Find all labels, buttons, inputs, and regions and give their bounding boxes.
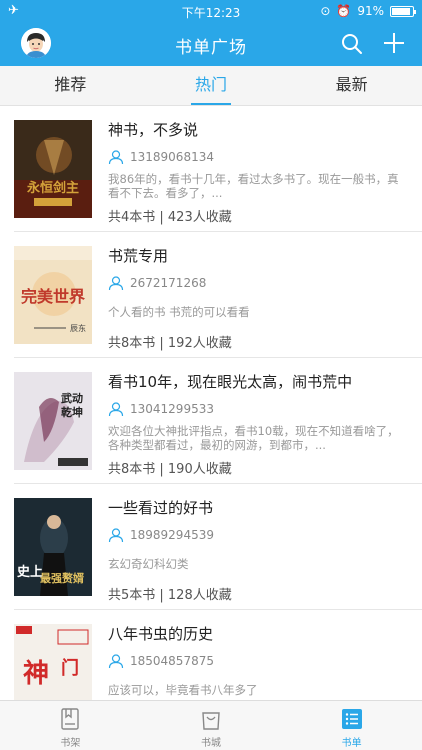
booklist-title: 一些看过的好书 [108, 499, 214, 517]
search-icon [342, 34, 362, 54]
svg-text:辰东: 辰东 [70, 323, 86, 333]
user-icon [108, 528, 124, 543]
bookshelf-icon [61, 708, 80, 730]
book-cover-image: 完美世界 辰东 [14, 246, 92, 344]
book-cover-image: 武动 乾坤 [14, 372, 92, 470]
author-id: 2672171268 [130, 276, 207, 290]
tab-latest[interactable]: 最新 [281, 66, 422, 105]
book-cover: 永恒剑主 [14, 120, 92, 218]
user-icon [108, 654, 124, 669]
booklist-description: 个人看的书 书荒的可以看看 [108, 305, 250, 319]
search-button[interactable] [340, 32, 364, 56]
svg-text:乾坤: 乾坤 [61, 405, 83, 419]
user-icon [108, 150, 124, 165]
svg-text:完美世界: 完美世界 [21, 287, 85, 306]
tabbar-booklist[interactable]: 书单 [281, 701, 422, 750]
list-item[interactable]: 史上 最强赘婿 一些看过的好书 18989294539 玄幻奇幻科幻类 共5本书… [14, 484, 422, 610]
user-icon [108, 276, 124, 291]
booklist-icon [341, 709, 362, 729]
book-cover: 史上 最强赘婿 [14, 498, 92, 596]
book-cover-image: 神 门 [14, 624, 92, 700]
booklist-info: 一些看过的好书 18989294539 玄幻奇幻科幻类 共5本书 | 128人收… [108, 498, 408, 603]
rotation-lock-icon: ⊙ [320, 4, 331, 18]
booklist-stats: 共4本书 | 423人收藏 [108, 210, 232, 225]
battery-level [392, 7, 410, 15]
author-id: 18504857875 [130, 654, 214, 668]
booklist-info: 书荒专用 2672171268 个人看的书 书荒的可以看看 共8本书 | 192… [108, 246, 408, 351]
svg-text:武动: 武动 [61, 391, 83, 405]
list-item[interactable]: 完美世界 辰东 书荒专用 2672171268 个人看的书 书荒的可以看看 共8… [14, 232, 422, 358]
bookstore-bag-icon [202, 712, 220, 730]
booklist-author: 18504857875 [108, 652, 408, 670]
bottom-tab-bar: 书架 书城 书单 [0, 700, 422, 750]
svg-text:最强赘婿: 最强赘婿 [40, 571, 85, 585]
booklist-author: 2672171268 [108, 274, 408, 292]
battery-percent: 91% [357, 4, 384, 18]
book-cover: 完美世界 辰东 [14, 246, 92, 344]
tabbar-label: 书单 [341, 738, 362, 749]
add-button[interactable] [382, 31, 406, 55]
tab-hot[interactable]: 热门 [141, 66, 282, 105]
booklist-title: 神书，不多说 [108, 121, 199, 139]
tabbar-label: 书城 [201, 738, 221, 749]
nav-bar: 书单广场 [0, 22, 422, 66]
battery-icon [390, 5, 416, 17]
status-bar: ✈ 下午12:23 ⊙ ⏰ 91% [0, 0, 422, 22]
plus-icon [384, 33, 404, 53]
alarm-icon: ⏰ [336, 4, 352, 18]
booklist-title: 八年书虫的历史 [108, 625, 214, 643]
svg-text:永恒剑主: 永恒剑主 [26, 180, 79, 196]
booklist-author: 13041299533 [108, 400, 408, 418]
tabbar-label: 书架 [60, 738, 81, 749]
svg-text:神: 神 [23, 659, 49, 689]
tabbar-bookstore[interactable]: 书城 [141, 701, 282, 750]
booklist-title: 看书10年，现在眼光太高，闹书荒中 [108, 373, 353, 391]
book-cover-image: 史上 最强赘婿 [14, 498, 92, 596]
booklist-description: 我86年的，看书十几年，看过太多书了。现在一般书，真看不下去。看多了，... [108, 172, 399, 200]
booklist-description: 玄幻奇幻科幻类 [108, 557, 189, 571]
list-item[interactable]: 神 门 八年书虫的历史 18504857875 应该可以，毕竟看书八年多了 [14, 610, 422, 700]
author-id: 13189068134 [130, 150, 214, 164]
booklist-title: 书荒专用 [108, 247, 169, 265]
booklist-stats: 共8本书 | 192人收藏 [108, 336, 232, 351]
booklist-stats: 共5本书 | 128人收藏 [108, 588, 232, 603]
booklist-description: 欢迎各位大神批评指点，看书10载，现在不知道看啥了，各种类型都看过，最初的网游，… [108, 424, 399, 452]
list-item[interactable]: 永恒剑主 神书，不多说 13189068134 我86年的，看书十几年，看过太多… [14, 106, 422, 232]
author-id: 18989294539 [130, 528, 214, 542]
list-item[interactable]: 武动 乾坤 看书10年，现在眼光太高，闹书荒中 13041299533 欢迎各位… [14, 358, 422, 484]
user-icon [108, 402, 124, 417]
booklist-list: 永恒剑主 神书，不多说 13189068134 我86年的，看书十几年，看过太多… [0, 106, 422, 700]
booklist-info: 八年书虫的历史 18504857875 应该可以，毕竟看书八年多了 [108, 624, 408, 700]
booklist-author: 18989294539 [108, 526, 408, 544]
book-cover: 武动 乾坤 [14, 372, 92, 470]
booklist-info: 神书，不多说 13189068134 我86年的，看书十几年，看过太多书了。现在… [108, 120, 408, 225]
tabbar-bookshelf[interactable]: 书架 [0, 701, 141, 750]
tab-recommended[interactable]: 推荐 [0, 66, 141, 105]
book-cover-image: 永恒剑主 [14, 120, 92, 218]
booklist-stats: 共8本书 | 190人收藏 [108, 462, 232, 477]
status-right: ⊙ ⏰ 91% [320, 4, 416, 18]
book-cover: 神 门 [14, 624, 92, 700]
booklist-author: 13189068134 [108, 148, 408, 166]
booklist-info: 看书10年，现在眼光太高，闹书荒中 13041299533 欢迎各位大神批评指点… [108, 372, 408, 477]
author-id: 13041299533 [130, 402, 214, 416]
svg-text:门: 门 [61, 657, 79, 679]
segment-tabs: 推荐 热门 最新 [0, 66, 422, 106]
booklist-description: 应该可以，毕竟看书八年多了 [108, 683, 258, 697]
